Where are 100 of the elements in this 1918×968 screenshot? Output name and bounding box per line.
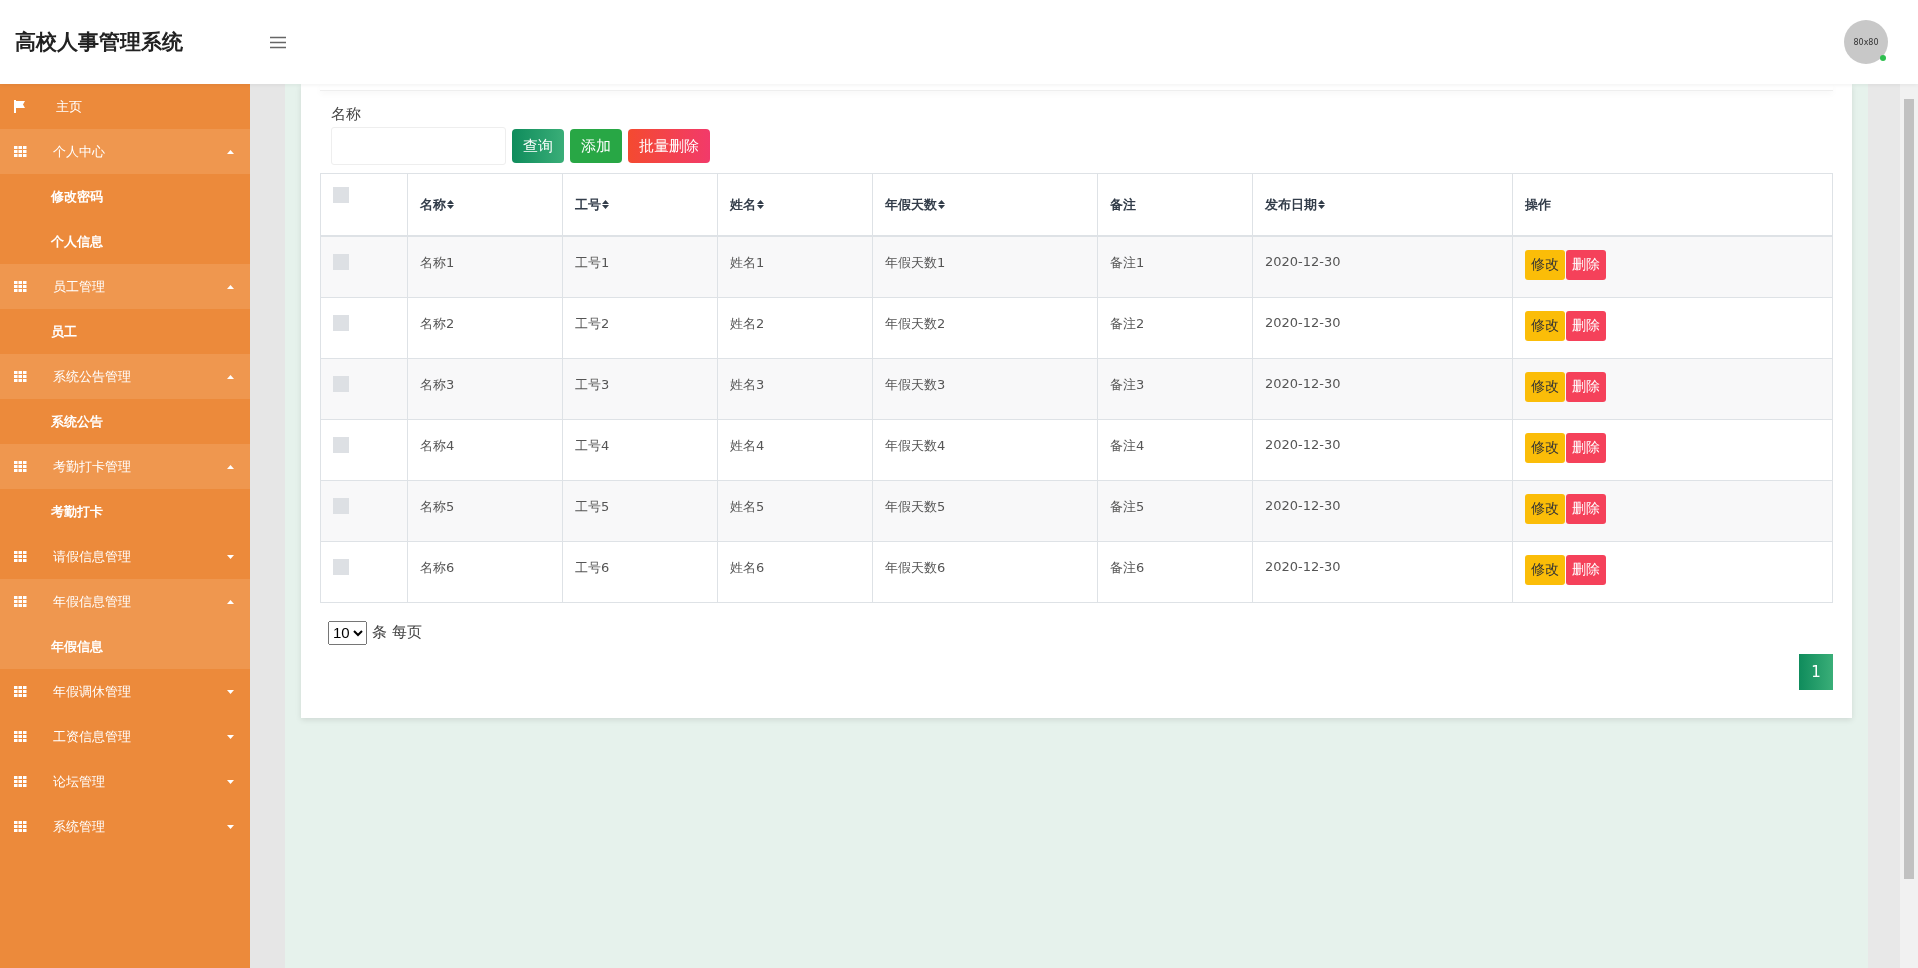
delete-button[interactable]: 删除 xyxy=(1566,250,1606,280)
grid-icon xyxy=(14,731,27,742)
sidebar-group[interactable]: 员工管理 xyxy=(0,264,250,309)
table-cell: 备注3 xyxy=(1097,358,1253,419)
sort-icon xyxy=(1318,199,1325,209)
table-cell: 年假天数1 xyxy=(872,236,1098,297)
batch-delete-button[interactable]: 批量删除 xyxy=(628,129,710,163)
avatar[interactable]: 80x80 xyxy=(1844,20,1888,64)
table-cell: 名称3 xyxy=(407,358,563,419)
delete-button[interactable]: 删除 xyxy=(1566,371,1606,402)
table-cell: 年假天数2 xyxy=(872,297,1098,358)
delete-button[interactable]: 删除 xyxy=(1566,310,1606,341)
table-cell: 年假天数3 xyxy=(872,358,1098,419)
table-cell: 2020-12-30 xyxy=(1252,480,1513,541)
grid-icon xyxy=(14,596,27,607)
caret-icon xyxy=(227,689,234,694)
edit-button[interactable]: 修改 xyxy=(1525,493,1565,524)
table-cell: 工号5 xyxy=(562,480,718,541)
sort-icon xyxy=(602,199,609,209)
table-cell: 姓名4 xyxy=(717,419,873,480)
grid-icon xyxy=(14,281,27,292)
sidebar-subitem[interactable]: 考勤打卡 xyxy=(0,489,250,534)
edit-button[interactable]: 修改 xyxy=(1525,250,1565,280)
table-cell: 姓名3 xyxy=(717,358,873,419)
table-cell: 名称6 xyxy=(407,541,563,602)
add-button[interactable]: 添加 xyxy=(570,129,622,163)
grid-icon xyxy=(14,461,27,472)
row-checkbox[interactable] xyxy=(333,314,349,331)
table-cell: 备注6 xyxy=(1097,541,1253,602)
grid-icon xyxy=(14,371,27,382)
sidebar-item[interactable]: 主页 xyxy=(0,84,250,129)
sidebar-group[interactable]: 系统管理 xyxy=(0,804,250,849)
page-size-select[interactable]: 10 xyxy=(328,620,367,645)
table-cell: 姓名6 xyxy=(717,541,873,602)
edit-button[interactable]: 修改 xyxy=(1525,371,1565,402)
caret-icon xyxy=(227,374,234,379)
caret-icon xyxy=(227,599,234,604)
table-cell: 名称1 xyxy=(407,236,563,297)
grid-icon xyxy=(14,146,27,157)
caret-icon xyxy=(227,734,234,739)
caret-icon xyxy=(227,149,234,154)
table-cell: 工号2 xyxy=(562,297,718,358)
table-cell: 备注2 xyxy=(1097,297,1253,358)
sidebar-group[interactable]: 个人中心 xyxy=(0,129,250,174)
table-cell: 2020-12-30 xyxy=(1252,236,1513,297)
sidebar-subitem[interactable]: 年假信息 xyxy=(0,624,250,669)
delete-button[interactable]: 删除 xyxy=(1566,493,1606,524)
row-checkbox[interactable] xyxy=(333,558,349,575)
sort-icon xyxy=(938,199,945,209)
table-cell: 工号3 xyxy=(562,358,718,419)
caret-icon xyxy=(227,284,234,289)
search-button[interactable]: 查询 xyxy=(512,129,564,163)
sidebar-group[interactable]: 论坛管理 xyxy=(0,759,250,804)
table-cell: 年假天数5 xyxy=(872,480,1098,541)
grid-icon xyxy=(14,551,27,562)
table-cell: 2020-12-30 xyxy=(1252,541,1513,602)
sidebar-subitem[interactable]: 修改密码 xyxy=(0,174,250,219)
sidebar-group[interactable]: 请假信息管理 xyxy=(0,534,250,579)
table-cell: 名称5 xyxy=(407,480,563,541)
table-cell: 2020-12-30 xyxy=(1252,297,1513,358)
sidebar-group[interactable]: 年假信息管理 xyxy=(0,579,250,624)
scrollbar[interactable] xyxy=(1900,84,1918,968)
table-cell: 工号4 xyxy=(562,419,718,480)
table-cell: 备注5 xyxy=(1097,480,1253,541)
grid-icon xyxy=(14,776,27,787)
row-checkbox[interactable] xyxy=(333,497,349,514)
table-cell: 名称4 xyxy=(407,419,563,480)
table-cell: 名称2 xyxy=(407,297,563,358)
table-cell: 备注1 xyxy=(1097,236,1253,297)
table-cell: 工号1 xyxy=(562,236,718,297)
table-cell: 年假天数4 xyxy=(872,419,1098,480)
sidebar-group[interactable]: 考勤打卡管理 xyxy=(0,444,250,489)
select-all-checkbox[interactable] xyxy=(333,187,349,203)
delete-button[interactable]: 删除 xyxy=(1566,554,1606,585)
row-checkbox[interactable] xyxy=(333,436,349,453)
sidebar-group[interactable]: 年假调休管理 xyxy=(0,669,250,714)
sidebar-subitem[interactable]: 员工 xyxy=(0,309,250,354)
sidebar-subitem[interactable]: 个人信息 xyxy=(0,219,250,264)
row-checkbox[interactable] xyxy=(333,254,349,270)
table-cell: 姓名2 xyxy=(717,297,873,358)
caret-icon xyxy=(227,779,234,784)
sidebar-group[interactable]: 工资信息管理 xyxy=(0,714,250,759)
table-cell: 工号6 xyxy=(562,541,718,602)
table-cell: 姓名1 xyxy=(717,236,873,297)
menu-icon[interactable] xyxy=(270,35,286,49)
flag-icon xyxy=(14,100,26,113)
caret-icon xyxy=(227,464,234,469)
edit-button[interactable]: 修改 xyxy=(1525,554,1565,585)
sidebar-subitem[interactable]: 系统公告 xyxy=(0,399,250,444)
caret-icon xyxy=(227,554,234,559)
edit-button[interactable]: 修改 xyxy=(1525,432,1565,463)
app-title: 高校人事管理系统 xyxy=(14,29,184,56)
field-label: 名称 xyxy=(331,105,362,124)
row-checkbox[interactable] xyxy=(333,375,349,392)
table-cell: 2020-12-30 xyxy=(1252,358,1513,419)
page-button[interactable]: 1 xyxy=(1799,653,1833,690)
table-cell: 年假天数6 xyxy=(872,541,1098,602)
delete-button[interactable]: 删除 xyxy=(1566,432,1606,463)
edit-button[interactable]: 修改 xyxy=(1525,310,1565,341)
sidebar-group[interactable]: 系统公告管理 xyxy=(0,354,250,399)
